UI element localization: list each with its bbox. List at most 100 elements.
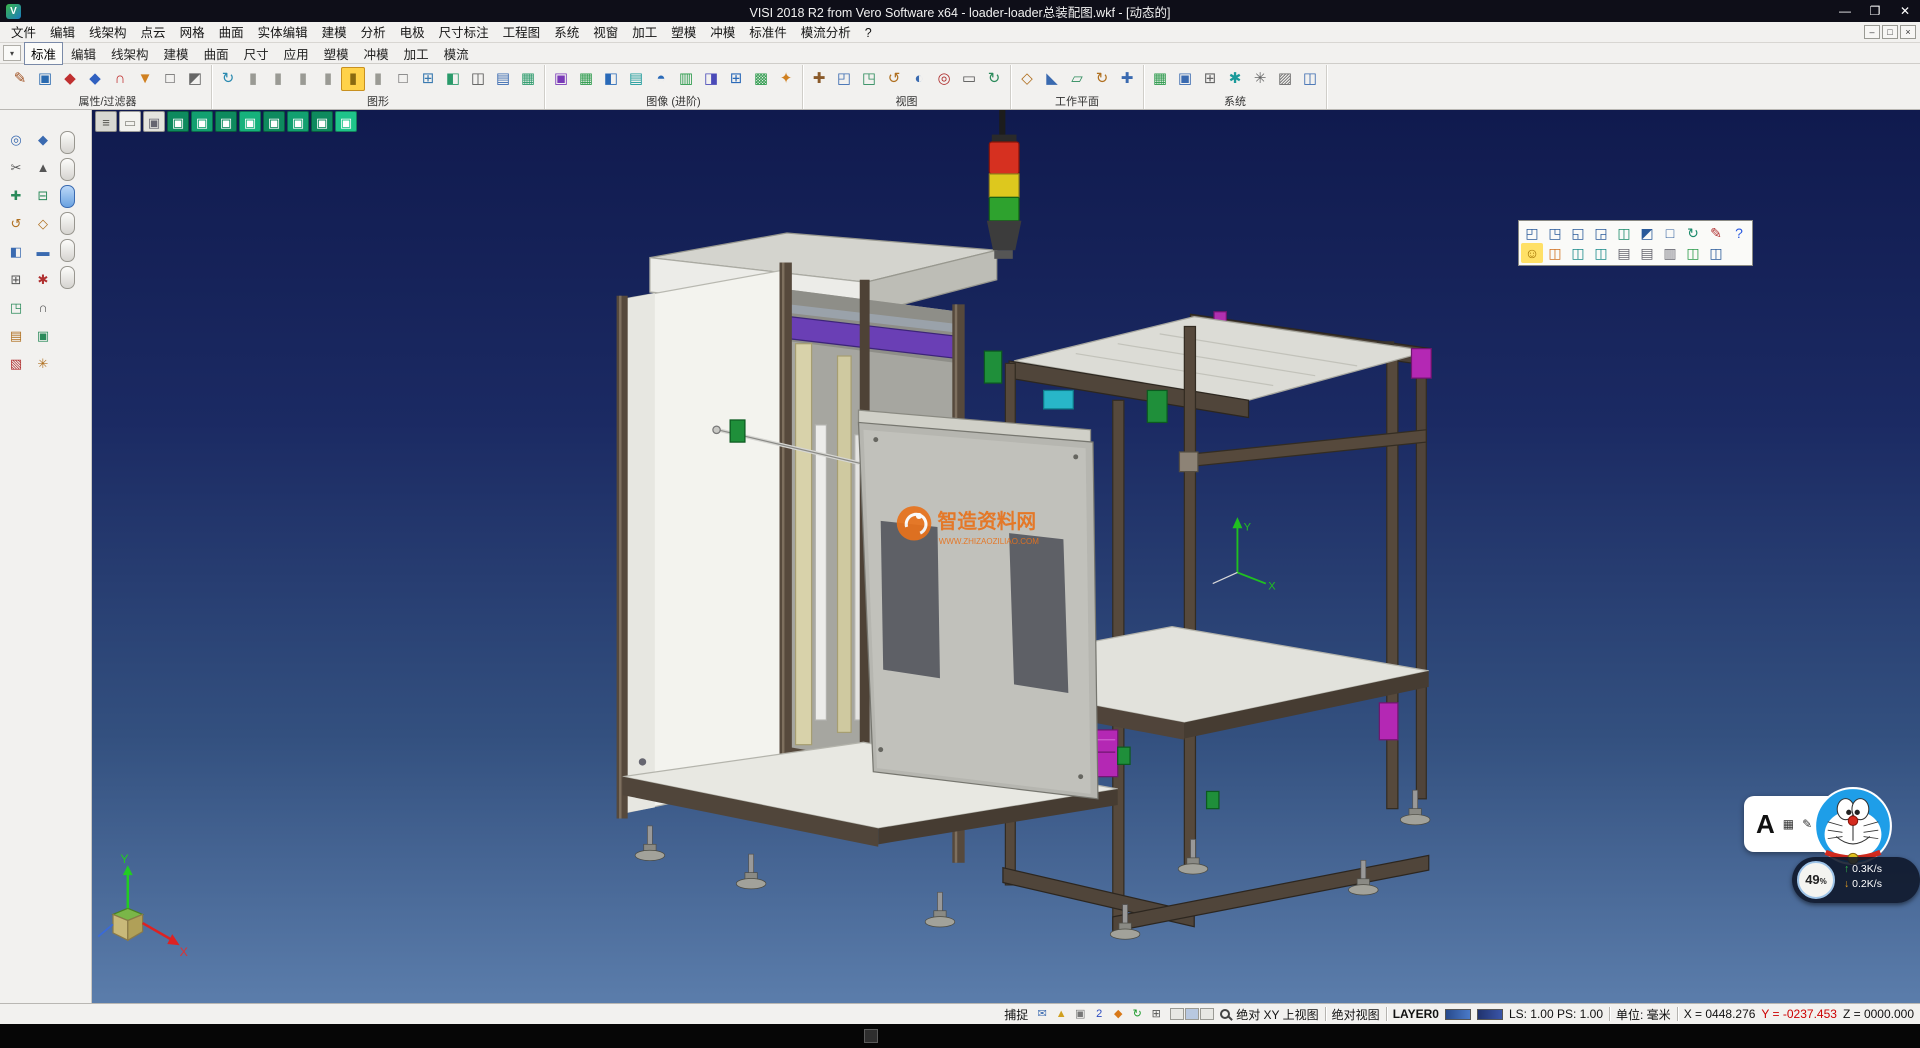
system-palette-icon[interactable]: ▦ (1148, 67, 1172, 91)
align-icon[interactable]: ▬ (33, 242, 53, 262)
view-iso-1-icon[interactable]: ▣ (167, 111, 189, 132)
view-front-icon[interactable]: ▣ (239, 111, 261, 132)
workplane-face-icon[interactable]: ▱ (1065, 67, 1089, 91)
view-shaded-icon[interactable]: ▣ (143, 111, 165, 132)
menu-item[interactable]: 标准件 (742, 24, 794, 42)
view-bottom-icon[interactable]: ▣ (335, 111, 357, 132)
group-icon[interactable]: ▣ (33, 326, 53, 346)
tab-加工[interactable]: 加工 (397, 42, 436, 65)
measure-icon[interactable]: ◳ (6, 298, 26, 318)
menu-item[interactable]: 编辑 (43, 24, 82, 42)
ime-pen-icon[interactable]: ✎ (1802, 817, 1812, 831)
zoom-window-icon[interactable]: ◳ (857, 67, 881, 91)
status-count-badge[interactable]: 2 (1091, 1006, 1107, 1022)
status-recycle-icon[interactable]: ↻ (1129, 1006, 1145, 1022)
menu-item[interactable]: 网格 (173, 24, 212, 42)
menu-item[interactable]: 模流分析 (794, 24, 858, 42)
pal-pencil-icon[interactable]: ✎ (1705, 223, 1727, 243)
graphic-bar-4-icon[interactable]: ▮ (316, 67, 340, 91)
menu-item[interactable]: 点云 (134, 24, 173, 42)
pal-doc-3-icon[interactable]: ▥ (1659, 243, 1681, 263)
graphic-bar-2-icon[interactable]: ▮ (266, 67, 290, 91)
workplane-align-icon[interactable]: ✚ (1115, 67, 1139, 91)
image-green-icon[interactable]: ▦ (574, 67, 598, 91)
status-mail-icon[interactable]: ✉ (1034, 1006, 1050, 1022)
pal-orange-cube-icon[interactable]: ◫ (1544, 243, 1566, 263)
tab-尺寸[interactable]: 尺寸 (237, 42, 276, 65)
palette-icon[interactable]: ▧ (6, 354, 26, 374)
menu-item[interactable]: 视窗 (586, 24, 625, 42)
image-right-icon[interactable]: ◨ (699, 67, 723, 91)
view-top-icon[interactable]: ▣ (215, 111, 237, 132)
mdi-close-button[interactable]: × (1900, 25, 1916, 39)
menu-item[interactable]: 冲模 (703, 24, 742, 42)
minimize-button[interactable]: — (1830, 0, 1860, 22)
copy-properties-icon[interactable]: ▣ (33, 67, 57, 91)
pal-doc-2-icon[interactable]: ▤ (1636, 243, 1658, 263)
rotate-icon[interactable]: ↺ (6, 214, 26, 234)
system-layers-icon[interactable]: ⊞ (1198, 67, 1222, 91)
bounding-box-icon[interactable]: ◫ (466, 67, 490, 91)
match-properties-icon[interactable]: ✎ (8, 67, 32, 91)
tab-曲面[interactable]: 曲面 (197, 42, 236, 65)
wireframe-icon[interactable]: □ (391, 67, 415, 91)
mdi-restore-button[interactable]: □ (1882, 25, 1898, 39)
image-grid-icon[interactable]: ⊞ (724, 67, 748, 91)
tab-应用[interactable]: 应用 (277, 42, 316, 65)
ime-mode-indicator[interactable]: A (1756, 809, 1775, 840)
mirror-icon[interactable]: ◧ (6, 242, 26, 262)
filter-add-icon[interactable]: ◆ (58, 67, 82, 91)
rotate-view-icon[interactable]: ↺ (882, 67, 906, 91)
view-list-icon[interactable]: ▭ (957, 67, 981, 91)
explode-icon[interactable]: ✱ (33, 270, 53, 290)
image-teal-icon[interactable]: ▤ (624, 67, 648, 91)
filter-remove-icon[interactable]: ◆ (83, 67, 107, 91)
array-icon[interactable]: ⊞ (6, 270, 26, 290)
image-top-icon[interactable]: ◓ (649, 67, 673, 91)
view-right-icon[interactable]: ▣ (263, 111, 285, 132)
menu-item[interactable]: 建模 (315, 24, 354, 42)
image-capture-icon[interactable]: ▣ (549, 67, 573, 91)
pal-cube-icon[interactable]: ◫ (1613, 223, 1635, 243)
menu-item[interactable]: 尺寸标注 (432, 24, 496, 42)
image-split-icon[interactable]: ◧ (599, 67, 623, 91)
layer-indicator[interactable]: LAYER0 (1393, 1007, 1439, 1021)
grid-display-icon[interactable]: ⊞ (416, 67, 440, 91)
menu-item[interactable]: 实体编辑 (251, 24, 315, 42)
system-snowflake-icon[interactable]: ✱ (1223, 67, 1247, 91)
scale-icon[interactable]: ◇ (33, 214, 53, 234)
close-button[interactable]: ✕ (1890, 0, 1920, 22)
pal-blue-cube-icon[interactable]: ◫ (1705, 243, 1727, 263)
regen-icon[interactable]: ↻ (216, 67, 240, 91)
workplane-rotate-icon[interactable]: ↻ (1090, 67, 1114, 91)
machine-front-plate[interactable] (859, 410, 1098, 799)
cpu-percent-badge[interactable]: 49% (1797, 861, 1835, 899)
join-icon[interactable]: ∩ (33, 298, 53, 318)
workplane-standard-icon[interactable]: ◇ (1015, 67, 1039, 91)
move-icon[interactable]: ✚ (6, 186, 26, 206)
selection-box-icon[interactable]: □ (158, 67, 182, 91)
view-plane-icon[interactable]: ▭ (119, 111, 141, 132)
pill-wireframe-button[interactable] (60, 131, 75, 154)
menu-item[interactable]: 曲面 (212, 24, 251, 42)
tab-建模[interactable]: 建模 (157, 42, 196, 65)
taskbar-item[interactable] (864, 1029, 878, 1043)
menu-item[interactable]: 文件 (4, 24, 43, 42)
dynamic-view-icon[interactable]: ◎ (932, 67, 956, 91)
tab-塑模[interactable]: 塑模 (317, 42, 356, 65)
magnet-snap-icon[interactable]: ∩ (108, 67, 132, 91)
system-cube-icon[interactable]: ◫ (1298, 67, 1322, 91)
graphic-bar-1-icon[interactable]: ▮ (241, 67, 265, 91)
section-view-icon[interactable]: ◧ (441, 67, 465, 91)
menu-item[interactable]: 工程图 (496, 24, 548, 42)
pal-help-icon[interactable]: ? (1728, 223, 1750, 243)
image-hatch-icon[interactable]: ▩ (749, 67, 773, 91)
offset-icon[interactable]: ⊟ (33, 186, 53, 206)
pal-teal-cube-2-icon[interactable]: ◫ (1590, 243, 1612, 263)
coordinate-mode-segments[interactable] (1170, 1008, 1214, 1020)
pill-analysis-button[interactable] (60, 266, 75, 289)
graphic-bar-3-icon[interactable]: ▮ (291, 67, 315, 91)
tab-模流[interactable]: 模流 (437, 42, 476, 65)
menu-item[interactable]: 分析 (354, 24, 393, 42)
pal-doc-1-icon[interactable]: ▤ (1613, 243, 1635, 263)
